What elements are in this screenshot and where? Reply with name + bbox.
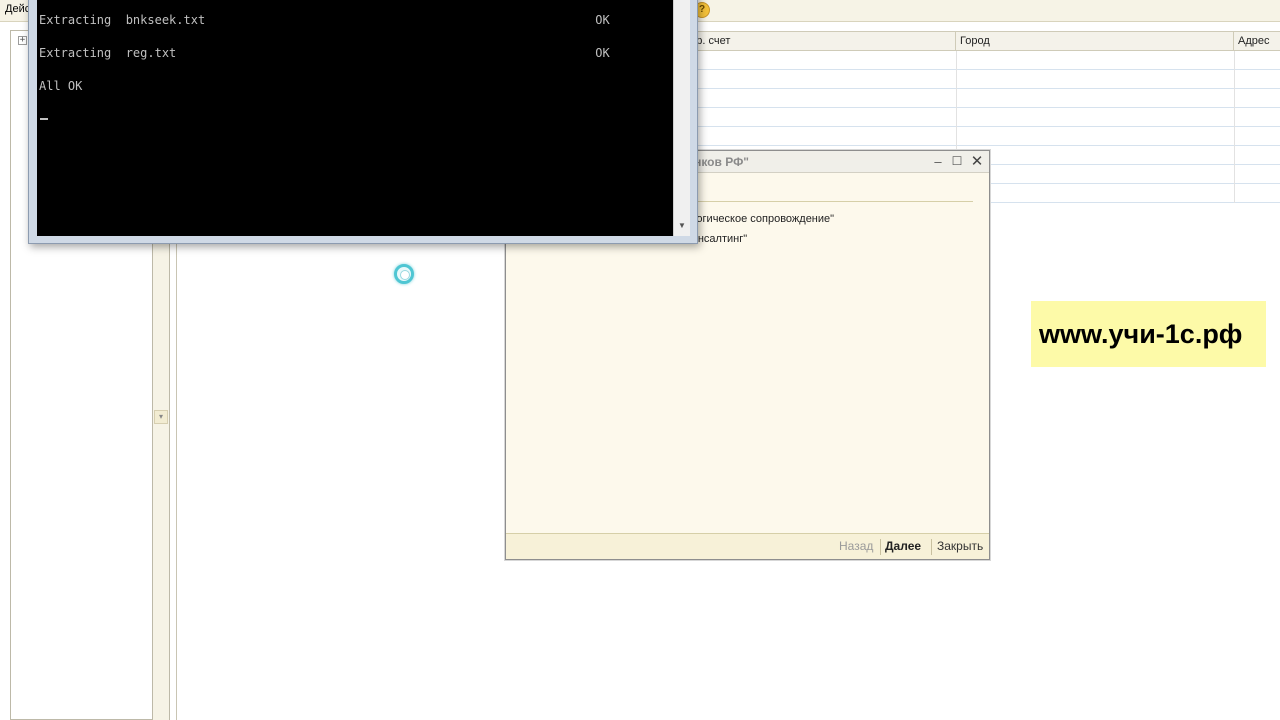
- cell-address: [1234, 108, 1238, 127]
- cell-city: [956, 51, 960, 70]
- busy-spinner-icon: [394, 264, 414, 284]
- site-watermark: www.учи-1с.рф: [1031, 301, 1266, 367]
- dialog-footer: Назад Далее Закрыть: [506, 533, 989, 559]
- back-button[interactable]: Назад: [839, 539, 873, 553]
- console-line: Extracting bnkseek.txt OK: [39, 13, 610, 27]
- maximize-icon[interactable]: ☐: [949, 154, 965, 170]
- cell-address: [1234, 70, 1238, 89]
- cell-city: [956, 70, 960, 89]
- cell-address: [1234, 184, 1238, 203]
- console-window[interactable]: Extracting bnkseek.txt OK Extracting reg…: [28, 0, 698, 244]
- cell-city: [956, 89, 960, 108]
- table-row[interactable]: [680, 108, 1280, 127]
- scroll-down-icon[interactable]: ▼: [678, 221, 686, 230]
- column-header-korr-account[interactable]: орр. счет: [680, 32, 956, 51]
- table-row[interactable]: [680, 127, 1280, 146]
- watermark-text: www.учи-1с.рф: [1039, 319, 1243, 349]
- cell-city: [956, 108, 960, 127]
- table-header: орр. счет Город Адрес: [680, 31, 1280, 51]
- footer-divider: [880, 539, 881, 555]
- cell-city: [956, 127, 960, 146]
- close-button[interactable]: Закрыть: [937, 539, 983, 553]
- cell-address: [1234, 127, 1238, 146]
- actions-menu[interactable]: Дейс: [5, 3, 30, 15]
- next-button[interactable]: Далее: [885, 539, 921, 553]
- minimize-icon[interactable]: –: [930, 154, 946, 170]
- cell-address: [1234, 165, 1238, 184]
- dialog-separator: [688, 201, 973, 202]
- option-tech-support-label: ологическое сопровождение": [684, 213, 835, 225]
- console-line: All OK: [39, 79, 83, 93]
- console-line: Extracting reg.txt OK: [39, 46, 610, 60]
- collapse-arrow-icon[interactable]: ▾: [154, 410, 168, 424]
- column-header-address[interactable]: Адрес: [1234, 32, 1280, 51]
- footer-divider: [931, 539, 932, 555]
- table-row[interactable]: [680, 89, 1280, 108]
- table-row[interactable]: [680, 51, 1280, 70]
- cell-address: [1234, 51, 1238, 70]
- option-tech-support[interactable]: ологическое сопровождение": [684, 213, 834, 225]
- cell-address: [1234, 89, 1238, 108]
- tree-expand-icon[interactable]: +: [18, 36, 27, 45]
- table-row[interactable]: [680, 70, 1280, 89]
- console-scrollbar[interactable]: ▼: [673, 0, 690, 236]
- column-header-city[interactable]: Город: [956, 32, 1234, 51]
- text-cursor: [40, 118, 48, 120]
- console-output: Extracting bnkseek.txt OK Extracting reg…: [37, 0, 673, 236]
- close-icon[interactable]: ✕: [969, 154, 985, 170]
- cell-address: [1234, 146, 1238, 165]
